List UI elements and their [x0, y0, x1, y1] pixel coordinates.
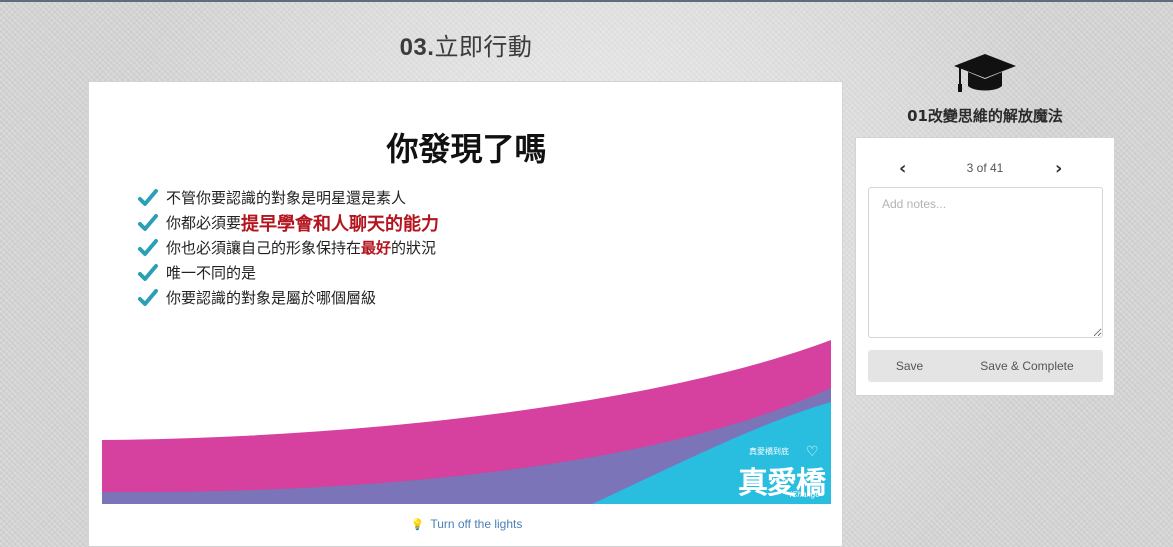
- bullet-text: 唯一不同的是: [166, 264, 257, 282]
- checkmark-icon: [138, 213, 158, 231]
- bullet-highlight: 最好: [361, 239, 392, 257]
- save-button[interactable]: Save: [868, 350, 951, 382]
- lights-toggle-label[interactable]: Turn off the lights: [430, 517, 522, 531]
- bullet-item: 你也必須讓自己的形象保持在 最好 的狀況: [138, 235, 439, 260]
- bullet-item: 你要認識的對象是屬於哪個層級: [138, 285, 439, 310]
- bullet-text: 你也必須讓自己的形象保持在: [166, 239, 362, 257]
- bullet-item: 唯一不同的是: [138, 260, 439, 285]
- notes-input[interactable]: [868, 187, 1103, 338]
- bullet-text-tail: 的狀況: [391, 239, 437, 257]
- slide-heading: 你發現了嗎: [386, 130, 547, 168]
- save-complete-button[interactable]: Save & Complete: [951, 350, 1103, 382]
- bullet-item: 不管你要認識的對象是明星還是素人: [138, 185, 439, 210]
- lesson-number: 03.: [399, 34, 435, 61]
- lesson-title: 03.立即行動: [0, 27, 932, 62]
- chevron-right-icon[interactable]: ›: [1055, 158, 1062, 179]
- notes-button-bar: Save Save & Complete: [868, 350, 1103, 382]
- lightbulb-icon: 💡: [410, 519, 425, 531]
- slide-panel: 你發現了嗎 不管你要認識的對象是明星還是素人 你都必須要 提早學會和人聊天的能力 …: [88, 81, 843, 547]
- bullet-highlight: 提早學會和人聊天的能力: [241, 213, 440, 235]
- top-border: [0, 0, 1173, 2]
- lights-toggle[interactable]: 💡 Turn off the lights: [89, 517, 844, 531]
- checkmark-icon: [138, 238, 158, 256]
- slide: 你發現了嗎 不管你要認識的對象是明星還是素人 你都必須要 提早學會和人聊天的能力 …: [102, 82, 831, 504]
- logo-subtitle: 真愛橋到底: [749, 447, 789, 456]
- lesson-name: 立即行動: [434, 33, 533, 61]
- checkmark-icon: [138, 288, 158, 306]
- bullet-item: 你都必須要 提早學會和人聊天的能力: [138, 210, 439, 235]
- page-counter: 3 of 41: [966, 161, 1004, 175]
- course-title: 01改變思維的解放魔法: [907, 107, 1063, 125]
- checkmark-icon: [138, 263, 158, 281]
- bullet-text: 你要認識的對象是屬於哪個層級: [166, 289, 377, 307]
- graduation-cap-icon: [954, 54, 1016, 92]
- brand-logo: 真愛橋到底 ♡ 真愛橋 iChange: [734, 444, 829, 504]
- bullet-list: 不管你要認識的對象是明星還是素人 你都必須要 提早學會和人聊天的能力 你也必須讓自…: [138, 185, 439, 310]
- bullet-text: 不管你要認識的對象是明星還是素人: [166, 189, 407, 207]
- logo-english-text: iChange: [790, 490, 820, 499]
- checkmark-icon: [138, 188, 158, 206]
- notes-panel: ‹ 3 of 41 › Save Save & Complete: [855, 137, 1115, 396]
- slide-pager: ‹ 3 of 41 ›: [856, 158, 1114, 179]
- bullet-text: 你都必須要: [166, 214, 242, 232]
